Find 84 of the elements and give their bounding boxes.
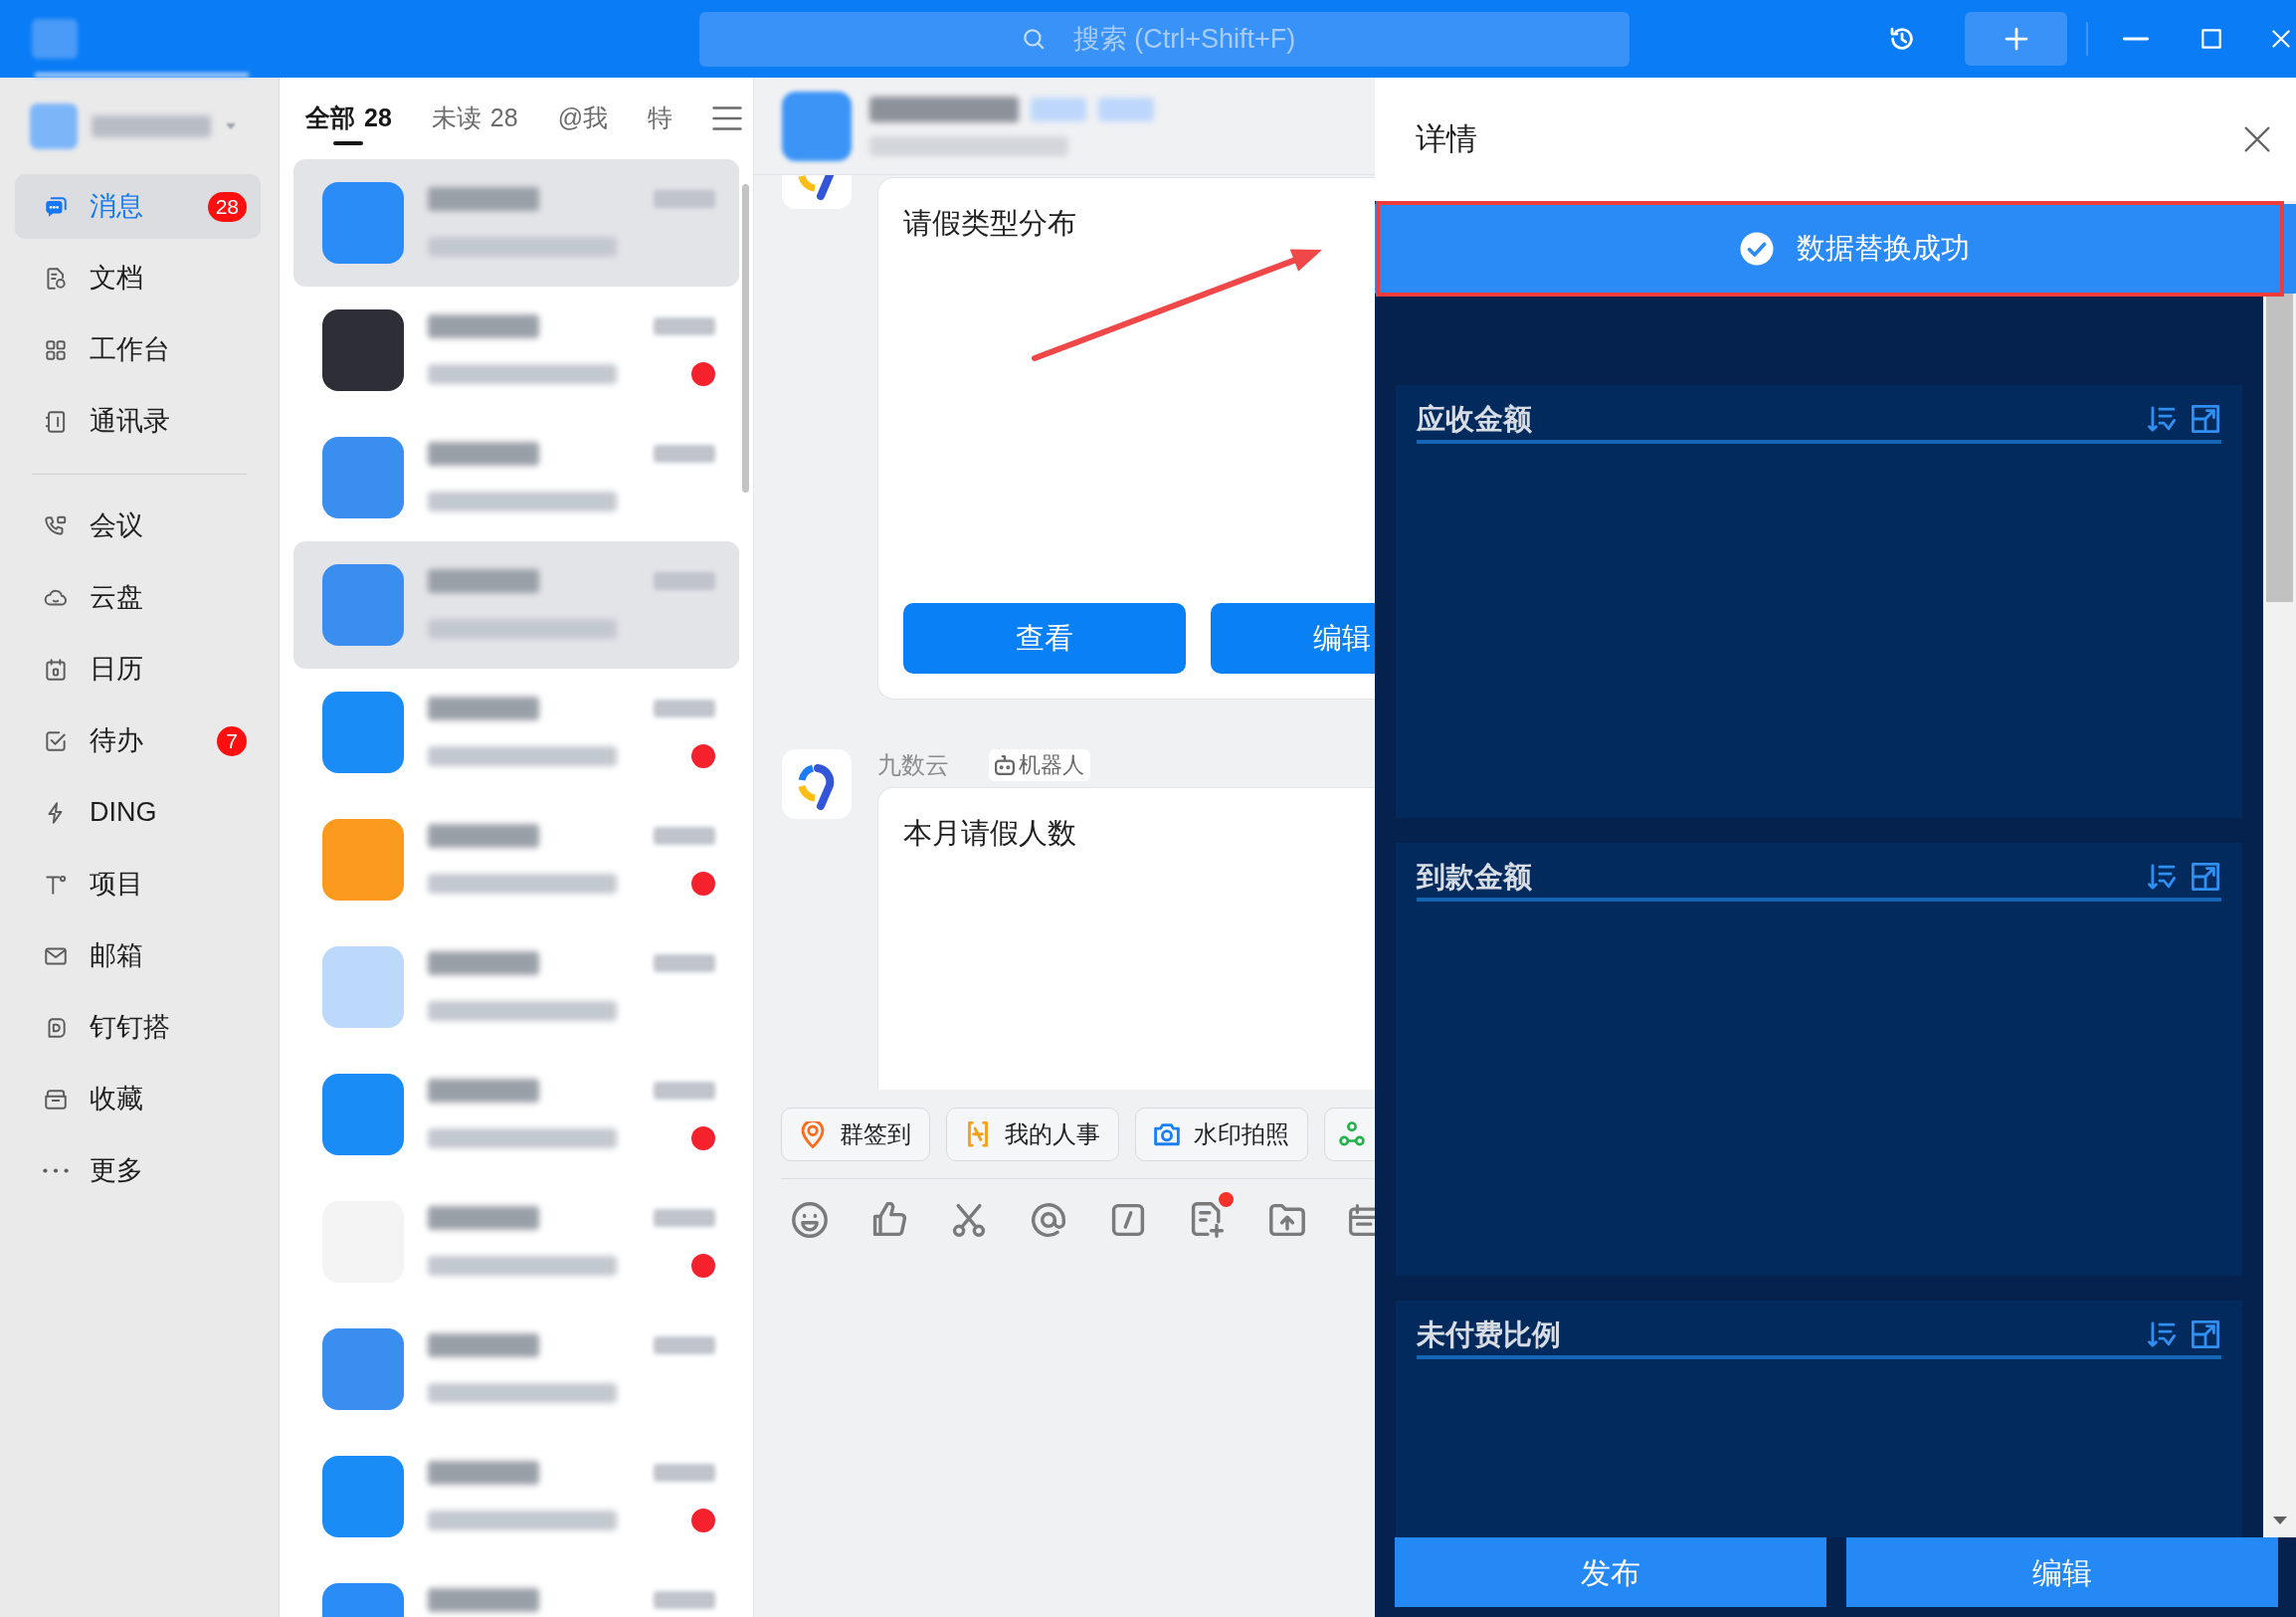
sidebar-item[interactable]: 更多 (15, 1138, 261, 1203)
maximize-icon[interactable] (2199, 26, 2224, 52)
robot-icon (995, 755, 1015, 775)
app-logo-icon (782, 749, 852, 819)
calendar-icon (43, 656, 69, 683)
card-title: 本月请假人数 (903, 816, 1076, 851)
menu-icon[interactable] (712, 106, 742, 130)
blurred-text (654, 572, 715, 590)
more-icon (43, 1168, 69, 1173)
card-title: 应收金额 (1417, 402, 1532, 437)
sidebar-item[interactable]: 通讯录 (15, 389, 261, 454)
filter-tab[interactable]: 特 (648, 78, 672, 159)
slash-command-icon[interactable] (1110, 1202, 1146, 1238)
caret-icon[interactable] (225, 121, 237, 130)
tag-label: 机器人 (1019, 754, 1084, 776)
quick-action-chip[interactable] (1324, 1108, 1375, 1161)
sidebar-item[interactable]: 钉钉搭 (15, 995, 261, 1060)
quick-action-chip[interactable]: 我的人事 (946, 1108, 1119, 1161)
toast-message: 数据替换成功 (1797, 231, 1970, 267)
scroll-down-icon[interactable] (2272, 1516, 2288, 1525)
sidebar-item[interactable]: 日历 (15, 637, 261, 702)
blurred-text (654, 445, 715, 463)
blurred-avatar (782, 91, 852, 161)
sidebar-item[interactable]: DING (15, 780, 261, 845)
smiley-icon[interactable] (792, 1202, 828, 1238)
brackets-icon (965, 1120, 991, 1148)
nodes-icon (1339, 1121, 1365, 1147)
blurred-text (654, 1591, 715, 1609)
sidebar-item[interactable]: 文档 (15, 246, 261, 310)
calendar-icon[interactable] (1349, 1202, 1375, 1238)
publish-button[interactable]: 发布 (1395, 1537, 1826, 1607)
sidebar-item[interactable]: 项目 (15, 852, 261, 916)
blurred-avatar (30, 102, 78, 149)
search-field[interactable]: 搜索 (Ctrl+Shift+F) (699, 11, 1629, 67)
minimize-icon[interactable] (2123, 36, 2149, 42)
sort-icon[interactable] (2148, 1321, 2176, 1347)
blurred-text (654, 317, 715, 335)
thumbs-up-icon[interactable] (871, 1202, 907, 1238)
camera-icon (1154, 1120, 1180, 1148)
blurred-text (654, 954, 715, 972)
card-title: 到款金额 (1417, 860, 1532, 895)
sort-icon[interactable] (2148, 406, 2176, 432)
filter-tab[interactable]: @我 (557, 78, 608, 159)
blurred-logo (32, 19, 78, 59)
quick-action-chip[interactable]: 群签到 (781, 1108, 930, 1161)
sender-name: 九数云 (877, 753, 949, 777)
blurred-text (654, 190, 715, 208)
close-icon[interactable] (2244, 126, 2270, 152)
blurred-text (654, 1464, 715, 1482)
sidebar-item[interactable]: 会议 (15, 494, 261, 558)
sidebar-item[interactable]: 工作台 (15, 317, 261, 382)
card-title: 请假类型分布 (903, 206, 1076, 241)
filter-tab[interactable]: 未读 28 (431, 78, 518, 159)
check-circle-icon (1739, 231, 1775, 267)
blurred-text (1098, 97, 1154, 121)
filter-tab[interactable]: 全部 28 (305, 78, 392, 159)
add-document-icon[interactable] (1190, 1202, 1226, 1238)
blurred-text (654, 1082, 715, 1100)
quick-action-chip[interactable]: 水印拍照 (1135, 1108, 1308, 1161)
location-pin-icon (800, 1120, 826, 1148)
sidebar-item[interactable]: 消息 28 (15, 174, 261, 239)
folder-upload-icon[interactable] (1269, 1202, 1305, 1238)
unread-count-badge: 7 (217, 725, 247, 756)
expand-icon[interactable] (2192, 405, 2219, 433)
sort-icon[interactable] (2148, 864, 2176, 890)
view-button[interactable]: 查看 (903, 603, 1186, 674)
sidebar-item[interactable]: 待办 7 (15, 708, 261, 773)
sidebar-item[interactable]: 邮箱 (15, 923, 261, 988)
card-title: 未付费比例 (1417, 1317, 1561, 1352)
expand-icon[interactable] (2192, 863, 2219, 891)
blurred-text (1031, 97, 1086, 121)
panel-title: 详情 (1416, 119, 1477, 158)
blurred-text (654, 827, 715, 845)
edit-button[interactable]: 编辑 (1211, 603, 1375, 674)
blurred-text (654, 1209, 715, 1227)
sidebar-item[interactable]: 收藏 (15, 1067, 261, 1131)
blurred-text (654, 1336, 715, 1354)
at-sign-icon[interactable] (1031, 1202, 1066, 1238)
scissors-icon[interactable] (951, 1202, 987, 1238)
sidebar-item[interactable]: 云盘 (15, 565, 261, 630)
unread-count-badge: 28 (207, 191, 247, 222)
blurred-text (654, 700, 715, 717)
expand-icon[interactable] (2192, 1320, 2219, 1348)
edit-button[interactable]: 编辑 (1846, 1537, 2278, 1607)
